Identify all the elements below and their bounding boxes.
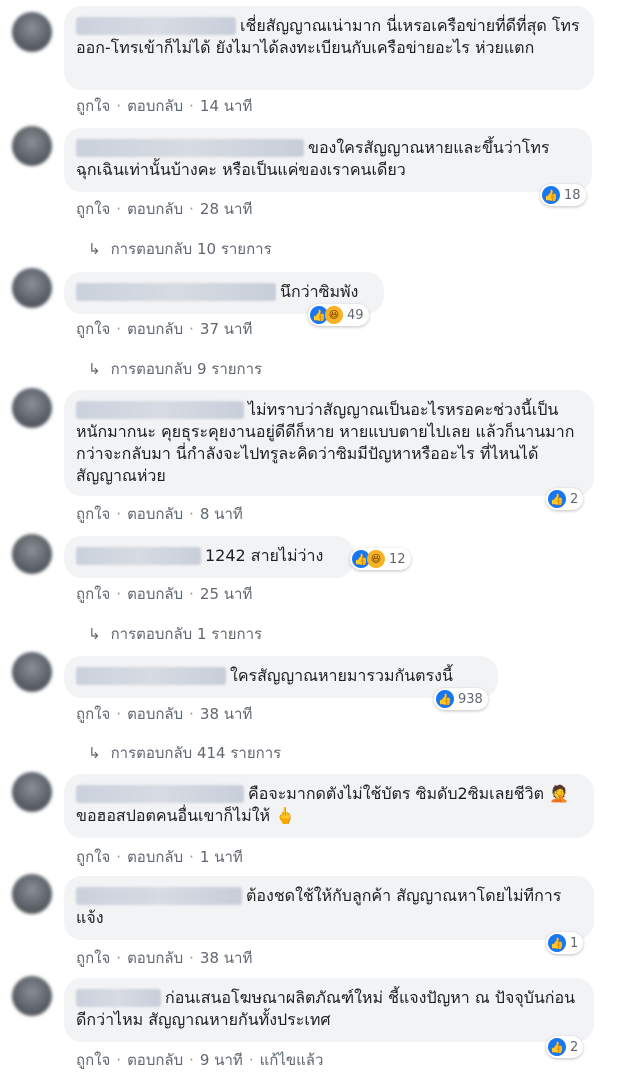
commenter-name[interactable]: [76, 546, 201, 565]
replies-count: การตอบกลับ 9 รายการ: [110, 360, 263, 378]
replies-count: การตอบกลับ 414 รายการ: [110, 744, 282, 762]
reply-link[interactable]: ตอบกลับ: [127, 320, 183, 338]
like-icon: 👍: [542, 186, 560, 204]
comment-actions: ถูกใจ · ตอบกลับ · 14 นาที: [76, 97, 253, 115]
reply-link[interactable]: ตอบกลับ: [127, 1051, 183, 1069]
commenter-name[interactable]: [76, 886, 242, 905]
commenter-name[interactable]: [76, 400, 244, 419]
like-icon: 👍: [548, 934, 566, 952]
reply-link[interactable]: ตอบกลับ: [127, 585, 183, 603]
edited-label[interactable]: แก้ไขแล้ว: [260, 1051, 324, 1069]
comment-bubble: ไม่ทราบว่าสัญญาณเป็นอะไรหรอคะช่วงนี้เป็น…: [64, 390, 594, 496]
avatar[interactable]: [12, 976, 52, 1016]
comment-actions: ถูกใจ · ตอบกลับ · 8 นาที: [76, 505, 243, 523]
comment-actions: ถูกใจ · ตอบกลับ · 38 นาที: [76, 705, 253, 723]
comment-bubble: คือจะมากดตังไม่ใช้บัตร ซิมดับ2ซิมเลยชีวิ…: [64, 774, 594, 838]
reaction-summary[interactable]: 👍 2: [546, 488, 584, 510]
like-link[interactable]: ถูกใจ: [76, 1051, 110, 1069]
reaction-count: 2: [570, 1039, 579, 1055]
avatar[interactable]: [12, 534, 52, 574]
reaction-summary[interactable]: 👍 2: [546, 1036, 584, 1058]
comment-text: นึกว่าซิมพัง: [280, 282, 359, 301]
comment-bubble: เชี่ยสัญญาณเน่ามาก นี่เหรอเครือข่ายที่ดี…: [64, 6, 594, 90]
like-link[interactable]: ถูกใจ: [76, 949, 110, 967]
reply-arrow-icon: ↳: [88, 744, 101, 762]
avatar[interactable]: [12, 388, 52, 428]
reply-link[interactable]: ตอบกลับ: [127, 848, 183, 866]
reaction-summary[interactable]: 👍 😆 12: [350, 548, 411, 570]
reply-link[interactable]: ตอบกลับ: [127, 705, 183, 723]
reaction-count: 18: [564, 187, 581, 203]
reply-arrow-icon: ↳: [88, 360, 101, 378]
haha-icon: 😆: [367, 550, 385, 568]
view-replies-link[interactable]: ↳ การตอบกลับ 10 รายการ: [88, 237, 272, 261]
avatar[interactable]: [12, 126, 52, 166]
comment-text: 1242 สายไม่ว่าง: [205, 546, 324, 565]
comment-actions: ถูกใจ · ตอบกลับ · 25 นาที: [76, 585, 253, 603]
reaction-summary[interactable]: 👍 938: [434, 688, 488, 710]
reaction-count: 49: [347, 307, 364, 323]
like-icon: 👍: [548, 490, 566, 508]
like-icon: 👍: [436, 690, 454, 708]
like-link[interactable]: ถูกใจ: [76, 200, 110, 218]
reply-link[interactable]: ตอบกลับ: [127, 505, 183, 523]
timestamp[interactable]: 38 นาที: [200, 705, 252, 723]
like-link[interactable]: ถูกใจ: [76, 848, 110, 866]
timestamp[interactable]: 28 นาที: [200, 200, 252, 218]
reaction-count: 938: [458, 691, 483, 707]
reply-link[interactable]: ตอบกลับ: [127, 200, 183, 218]
reaction-summary[interactable]: 👍 18: [540, 184, 586, 206]
commenter-name[interactable]: [76, 666, 226, 685]
timestamp[interactable]: 25 นาที: [200, 585, 252, 603]
reaction-summary[interactable]: 👍 1: [546, 932, 584, 954]
avatar[interactable]: [12, 268, 52, 308]
comment-actions: ถูกใจ · ตอบกลับ · 38 นาที: [76, 949, 253, 967]
timestamp[interactable]: 38 นาที: [200, 949, 252, 967]
reaction-count: 2: [570, 491, 579, 507]
reaction-count: 1: [570, 935, 579, 951]
timestamp[interactable]: 8 นาที: [200, 505, 243, 523]
commenter-name[interactable]: [76, 784, 244, 803]
reply-link[interactable]: ตอบกลับ: [127, 97, 183, 115]
haha-icon: 😆: [325, 306, 343, 324]
comment-bubble: ต้องชดใช้ให้กับลูกค้า สัญญาณหาโดยไม่ทีกา…: [64, 876, 594, 940]
comment-bubble: ก่อนเสนอโฆษณาผลิตภัณฑ์ใหม่ ชี้แจงปัญหา ณ…: [64, 978, 594, 1042]
comment-bubble: ใครสัญญาณหายมารวมกันตรงนี้: [64, 656, 498, 698]
comment-actions: ถูกใจ · ตอบกลับ · 37 นาที: [76, 320, 253, 338]
comment-actions: ถูกใจ · ตอบกลับ · 28 นาที: [76, 200, 253, 218]
timestamp[interactable]: 14 นาที: [200, 97, 252, 115]
commenter-name[interactable]: [76, 138, 304, 157]
comment-actions: ถูกใจ · ตอบกลับ · 1 นาที: [76, 848, 243, 866]
comment-text: ใครสัญญาณหายมารวมกันตรงนี้: [230, 666, 453, 685]
reaction-count: 12: [389, 551, 406, 567]
timestamp[interactable]: 1 นาที: [200, 848, 243, 866]
avatar[interactable]: [12, 12, 52, 52]
commenter-name[interactable]: [76, 282, 276, 301]
view-replies-link[interactable]: ↳ การตอบกลับ 9 รายการ: [88, 357, 262, 381]
view-replies-link[interactable]: ↳ การตอบกลับ 414 รายการ: [88, 741, 281, 765]
reaction-summary[interactable]: 👍 😆 49: [308, 304, 369, 326]
comment-bubble: ของใครสัญญาณหายและขึ้นว่าโทรฉุกเฉินเท่าน…: [64, 128, 592, 192]
commenter-name[interactable]: [76, 16, 236, 35]
replies-count: การตอบกลับ 1 รายการ: [110, 625, 263, 643]
like-link[interactable]: ถูกใจ: [76, 320, 110, 338]
comment-bubble: 1242 สายไม่ว่าง: [64, 536, 354, 578]
comment-actions: ถูกใจ · ตอบกลับ · 9 นาที · แก้ไขแล้ว: [76, 1051, 324, 1069]
like-link[interactable]: ถูกใจ: [76, 585, 110, 603]
timestamp[interactable]: 37 นาที: [200, 320, 252, 338]
avatar[interactable]: [12, 772, 52, 812]
reply-arrow-icon: ↳: [88, 240, 101, 258]
reply-link[interactable]: ตอบกลับ: [127, 949, 183, 967]
commenter-name[interactable]: [76, 988, 161, 1007]
like-link[interactable]: ถูกใจ: [76, 705, 110, 723]
view-replies-link[interactable]: ↳ การตอบกลับ 1 รายการ: [88, 622, 262, 646]
avatar[interactable]: [12, 874, 52, 914]
reply-arrow-icon: ↳: [88, 625, 101, 643]
like-link[interactable]: ถูกใจ: [76, 97, 110, 115]
timestamp[interactable]: 9 นาที: [200, 1051, 243, 1069]
replies-count: การตอบกลับ 10 รายการ: [110, 240, 272, 258]
like-link[interactable]: ถูกใจ: [76, 505, 110, 523]
avatar[interactable]: [12, 652, 52, 692]
like-icon: 👍: [548, 1038, 566, 1056]
